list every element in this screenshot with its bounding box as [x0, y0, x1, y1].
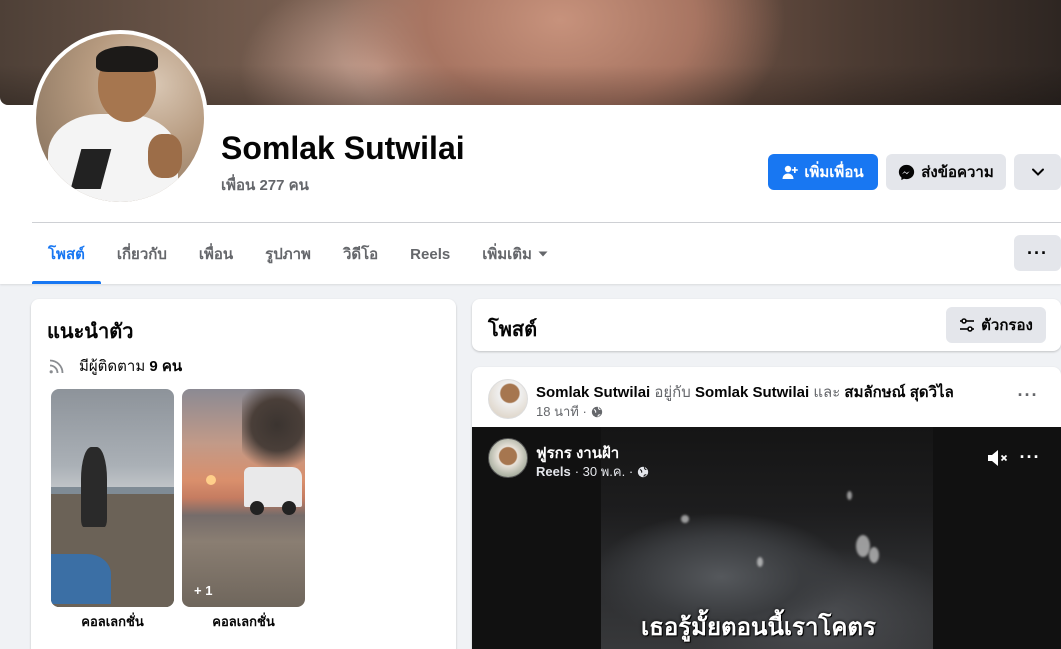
- reel-subtitle: Reels · 30 พ.ค. ·: [536, 461, 649, 482]
- thumb-wheel: [250, 501, 264, 515]
- tab-label: เพื่อน: [198, 246, 234, 263]
- profile-avatar[interactable]: [32, 30, 208, 206]
- thumb-person: [81, 447, 107, 527]
- rain-drop: [847, 491, 852, 500]
- post-tagged-person[interactable]: Somlak Sutwilai: [695, 384, 809, 401]
- rain-drop: [681, 515, 689, 523]
- filter-sliders-icon: [960, 318, 975, 332]
- reel-options-button[interactable]: ···: [1018, 445, 1042, 469]
- message-label: ส่งข้อความ: [921, 164, 994, 181]
- ellipsis-icon: ···: [1017, 384, 1039, 405]
- chevron-down-icon: [1031, 168, 1044, 176]
- mute-icon[interactable]: [986, 447, 1010, 469]
- post-author-avatar[interactable]: [488, 379, 528, 419]
- messenger-icon: [899, 164, 915, 180]
- globe-icon: [591, 406, 602, 417]
- posts-header: โพสต์ ตัวกรอง: [472, 299, 1061, 351]
- profile-more-options-button[interactable]: ···: [1014, 235, 1061, 271]
- post-card: Somlak Sutwilai อยู่กับ Somlak Sutwilai …: [472, 367, 1061, 649]
- globe-icon: [637, 466, 649, 477]
- more-actions-dropdown[interactable]: [1014, 154, 1061, 190]
- tab-friends[interactable]: เพื่อน: [183, 224, 249, 284]
- filter-label: ตัวกรอง: [981, 317, 1033, 334]
- followers-prefix: มีผู้ติดตาม: [79, 358, 146, 375]
- tab-label: เพิ่มเติม: [482, 246, 532, 263]
- tab-videos[interactable]: วิดีโอ: [327, 224, 394, 284]
- reel-date: · 30 พ.ค. ·: [574, 464, 634, 479]
- collection-thumbnail: [51, 389, 174, 607]
- tab-label: รูปภาพ: [265, 246, 311, 263]
- thumb-tree: [242, 389, 305, 479]
- rain-drop: [856, 535, 870, 557]
- filter-button[interactable]: ตัวกรอง: [946, 307, 1046, 343]
- rss-followers-icon: [49, 359, 64, 374]
- rain-drop: [869, 547, 879, 563]
- profile-name: Somlak Sutwilai: [221, 130, 465, 166]
- reel-caption: เธอรู้มั้ยตอนนี้เราโคตร: [641, 614, 876, 641]
- tab-about[interactable]: เกี่ยวกับ: [101, 224, 183, 284]
- reel-video[interactable]: เธอรู้มั้ยตอนนี้เราโคตร: [601, 427, 933, 649]
- tab-label: วิดีโอ: [342, 246, 379, 263]
- rain-drop: [757, 557, 763, 567]
- add-friend-icon: [782, 165, 799, 179]
- posts-title: โพสต์: [488, 319, 538, 341]
- thumb-tarp: [51, 554, 111, 604]
- collection-thumbnail: + 1: [182, 389, 305, 607]
- reel-source[interactable]: Reels: [536, 464, 571, 479]
- post-author-name[interactable]: Somlak Sutwilai: [536, 384, 650, 401]
- profile-header: Somlak Sutwilai เพื่อน 277 คน เพิ่มเพื่อ…: [0, 0, 1061, 284]
- intro-title: แนะนำตัว: [47, 321, 134, 343]
- add-friend-label: เพิ่มเพื่อน: [804, 164, 864, 181]
- avatar-hair: [96, 46, 158, 72]
- collection-label: คอลเลกชั่น: [212, 614, 275, 629]
- tab-label: เกี่ยวกับ: [116, 246, 167, 263]
- thumb-wheel: [282, 501, 296, 515]
- collection-item[interactable]: + 1 คอลเลกชั่น: [182, 389, 305, 632]
- collection-item[interactable]: คอลเลกชั่น: [51, 389, 174, 632]
- add-friend-button[interactable]: เพิ่มเพื่อน: [768, 154, 878, 190]
- intro-card: แนะนำตัว มีผู้ติดตาม 9 คน คอลเลกชั่น + 1…: [31, 299, 456, 649]
- tab-more[interactable]: เพิ่มเติม: [466, 224, 564, 284]
- message-button[interactable]: ส่งข้อความ: [886, 154, 1006, 190]
- friends-count[interactable]: เพื่อน 277 คน: [221, 173, 309, 197]
- profile-tabs: โพสต์ เกี่ยวกับ เพื่อน รูปภาพ วิดีโอ Ree…: [32, 224, 564, 284]
- thumb-sun: [206, 475, 216, 485]
- post-tagged-person[interactable]: สมลักษณ์ สุดวิไล: [844, 384, 953, 401]
- ellipsis-icon: ···: [1027, 242, 1048, 263]
- post-with-text: อยู่กับ: [654, 384, 691, 401]
- header-divider: [32, 222, 1061, 223]
- post-time-text[interactable]: 18 นาที ·: [536, 401, 587, 422]
- post-options-button[interactable]: ···: [1016, 383, 1040, 407]
- followers-value: 9 คน: [149, 358, 183, 375]
- collection-label: คอลเลกชั่น: [81, 614, 144, 629]
- post-and-text: และ: [813, 384, 841, 401]
- profile-picture: [36, 34, 204, 202]
- tab-label: โพสต์: [48, 246, 85, 263]
- caret-down-icon: [538, 251, 548, 257]
- collection-extra-count: + 1: [194, 583, 213, 598]
- post-timestamp: 18 นาที ·: [536, 401, 603, 422]
- ellipsis-icon: ···: [1019, 446, 1041, 467]
- tab-reels[interactable]: Reels: [394, 224, 466, 284]
- avatar-hand: [148, 134, 182, 178]
- tab-photos[interactable]: รูปภาพ: [249, 224, 327, 284]
- tab-label: Reels: [410, 245, 451, 263]
- tab-posts[interactable]: โพสต์: [32, 224, 101, 284]
- followers-row[interactable]: มีผู้ติดตาม 9 คน: [47, 354, 182, 378]
- shared-reel[interactable]: เธอรู้มั้ยตอนนี้เราโคตร ฟูรกร งานฝ้า Ree…: [472, 427, 1061, 649]
- reel-author-avatar[interactable]: [488, 438, 528, 478]
